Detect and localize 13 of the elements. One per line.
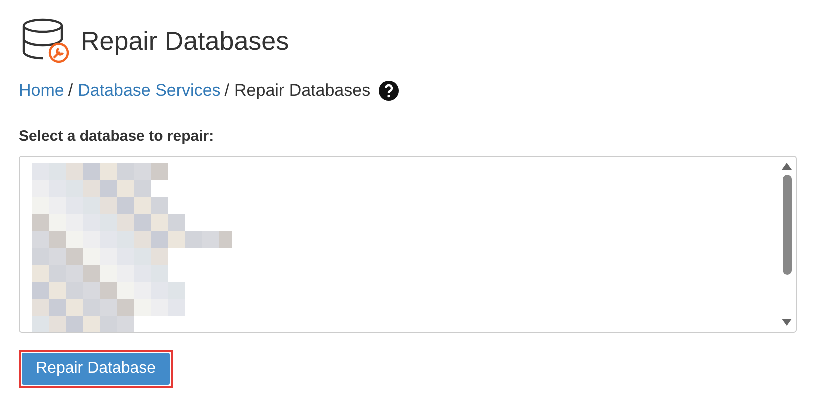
scroll-down-icon[interactable]	[781, 318, 793, 328]
scroll-thumb[interactable]	[782, 175, 792, 275]
database-repair-icon	[21, 18, 71, 64]
breadcrumb-separator: /	[68, 80, 74, 102]
repair-database-button[interactable]: Repair Database	[22, 353, 170, 385]
page-title: Repair Databases	[81, 24, 290, 58]
breadcrumb-link[interactable]: Database Services	[78, 78, 221, 104]
scroll-up-icon[interactable]	[781, 161, 793, 171]
field-label: Select a database to repair:	[19, 126, 216, 146]
breadcrumb-separator: /	[224, 80, 230, 102]
breadcrumb-current: Repair Databases	[234, 80, 371, 102]
breadcrumb-link[interactable]: Home	[19, 78, 64, 104]
help-icon[interactable]	[378, 80, 399, 101]
